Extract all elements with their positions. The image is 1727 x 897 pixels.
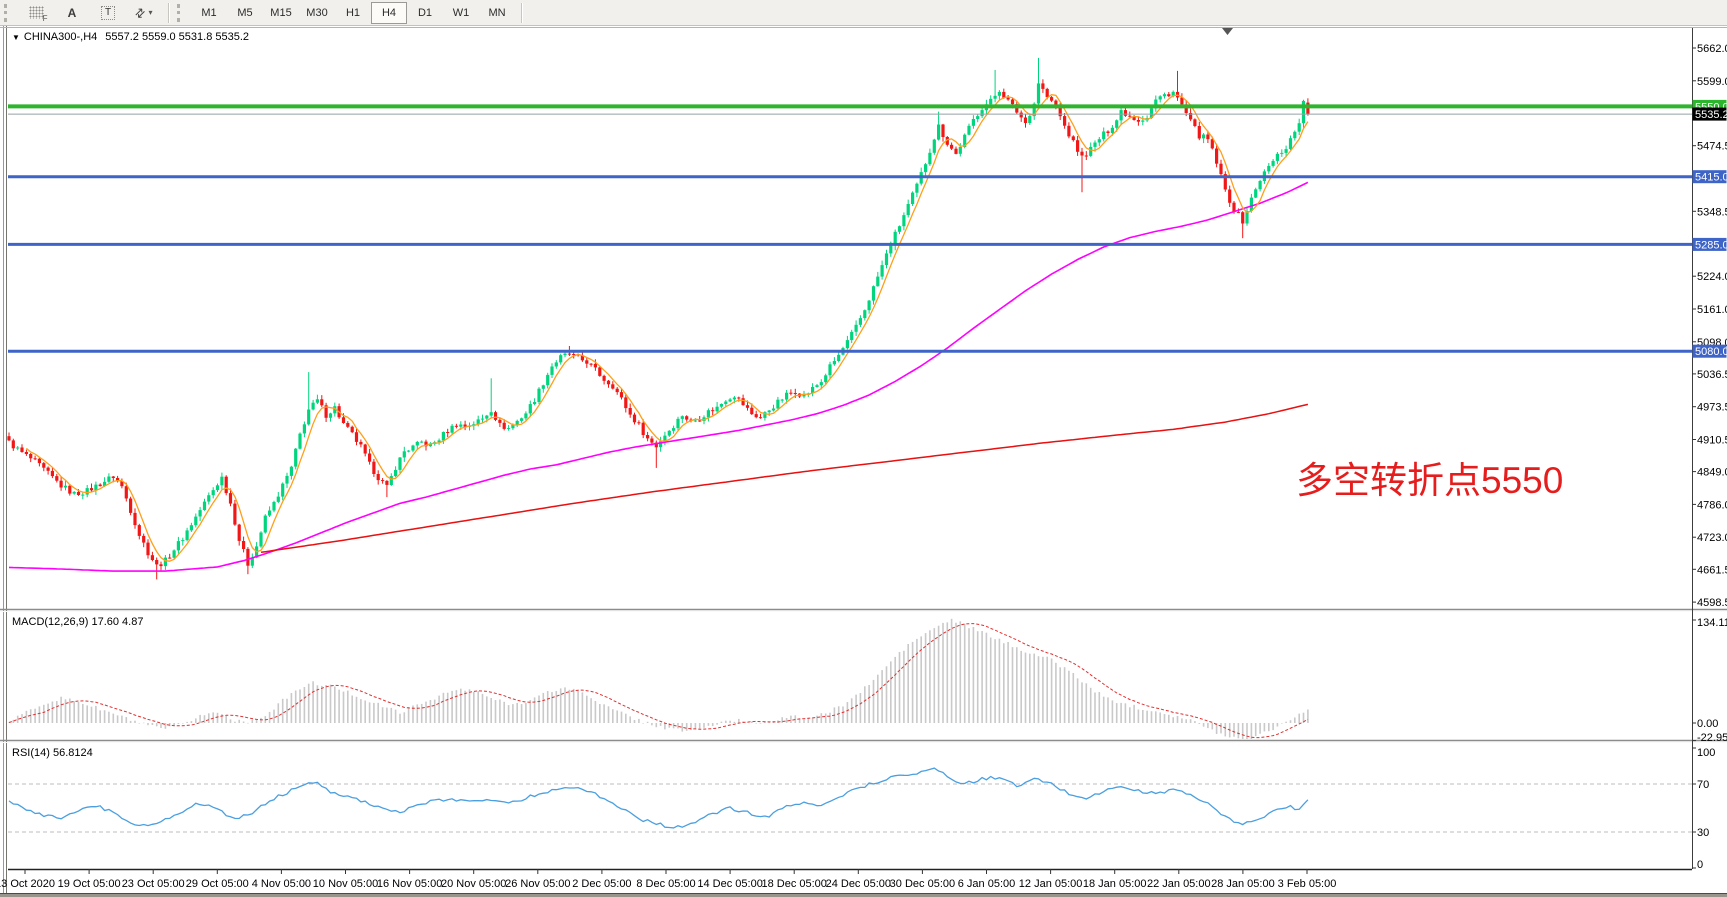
svg-text:5662.0: 5662.0 — [1697, 43, 1727, 55]
timeframe-h1-button[interactable]: H1 — [335, 2, 371, 24]
toolbar-separator — [168, 3, 169, 23]
timeframe-d1-button[interactable]: D1 — [407, 2, 443, 24]
toolbar-grip-2[interactable] — [177, 4, 185, 22]
timeframe-button-group: M1M5M15M30H1H4D1W1MN — [191, 2, 515, 24]
svg-text:5348.5: 5348.5 — [1697, 206, 1727, 218]
svg-text:5535.2: 5535.2 — [1695, 109, 1727, 121]
macd-indicator-label: MACD(12,26,9) 17.60 4.87 — [12, 616, 143, 628]
svg-text:24 Dec 05:00: 24 Dec 05:00 — [826, 878, 891, 890]
svg-text:14 Dec 05:00: 14 Dec 05:00 — [697, 878, 762, 890]
svg-text:18 Dec 05:00: 18 Dec 05:00 — [761, 878, 826, 890]
svg-text:4973.5: 4973.5 — [1697, 402, 1727, 414]
svg-text:30: 30 — [1697, 827, 1709, 839]
toolbar: F A T ⇄▾ M1M5M15M30H1H4D1W1MN — [0, 0, 1727, 26]
svg-text:4849.0: 4849.0 — [1697, 467, 1727, 479]
svg-text:28 Jan 05:00: 28 Jan 05:00 — [1211, 878, 1275, 890]
grid-tool-button[interactable]: F — [18, 2, 54, 24]
symbol-ohlc-values: 5557.2 5559.0 5531.8 5535.2 — [105, 31, 249, 43]
svg-text:23 Oct 05:00: 23 Oct 05:00 — [122, 878, 185, 890]
timeframe-m5-button[interactable]: M5 — [227, 2, 263, 24]
grid-icon: F — [29, 6, 44, 19]
text-tool-button[interactable]: T — [90, 2, 126, 24]
svg-text:16 Nov 05:00: 16 Nov 05:00 — [377, 878, 442, 890]
arrows-icon: ⇄ — [133, 5, 149, 21]
mt4-window: F A T ⇄▾ M1M5M15M30H1H4D1W1MN 5662.0 5599.0 5… — [0, 0, 1727, 897]
svg-text:70: 70 — [1697, 779, 1709, 791]
chart-symbol-title[interactable]: ▼ CHINA300-,H4 5557.2 5559.0 5531.8 5535.2 — [12, 31, 249, 43]
svg-text:5161.0: 5161.0 — [1697, 304, 1727, 316]
svg-text:20 Nov 05:00: 20 Nov 05:00 — [441, 878, 506, 890]
svg-text:13 Oct 2020: 13 Oct 2020 — [0, 878, 55, 890]
svg-text:4 Nov 05:00: 4 Nov 05:00 — [252, 878, 311, 890]
svg-text:2 Dec 05:00: 2 Dec 05:00 — [572, 878, 631, 890]
svg-text:6 Jan 05:00: 6 Jan 05:00 — [958, 878, 1016, 890]
svg-text:12 Jan 05:00: 12 Jan 05:00 — [1019, 878, 1083, 890]
timeframe-h4-button[interactable]: H4 — [371, 2, 407, 24]
svg-text:100: 100 — [1697, 747, 1715, 759]
svg-text:19 Oct 05:00: 19 Oct 05:00 — [58, 878, 121, 890]
svg-text:22 Jan 05:00: 22 Jan 05:00 — [1147, 878, 1211, 890]
symbol-name: CHINA300-,H4 — [24, 31, 97, 43]
svg-text:0.00: 0.00 — [1697, 718, 1718, 730]
svg-text:4723.0: 4723.0 — [1697, 532, 1727, 544]
chart-text-annotation[interactable]: 多空转折点5550 — [1296, 459, 1563, 503]
svg-text:8 Dec 05:00: 8 Dec 05:00 — [636, 878, 695, 890]
timeframe-w1-button[interactable]: W1 — [443, 2, 479, 24]
arrow-pointer-tool-button[interactable]: A — [54, 2, 90, 24]
timeframe-m1-button[interactable]: M1 — [191, 2, 227, 24]
svg-text:4910.5: 4910.5 — [1697, 435, 1727, 447]
svg-text:4661.5: 4661.5 — [1697, 564, 1727, 576]
svg-text:5285.0: 5285.0 — [1695, 239, 1727, 251]
text-tool-icon: T — [101, 6, 115, 20]
timeframe-m30-button[interactable]: M30 — [299, 2, 335, 24]
timeframe-mn-button[interactable]: MN — [479, 2, 515, 24]
svg-text:-22.95: -22.95 — [1697, 732, 1727, 744]
dropdown-caret-icon[interactable]: ▾ — [149, 8, 153, 17]
svg-text:5474.5: 5474.5 — [1697, 141, 1727, 153]
svg-text:0: 0 — [1697, 859, 1703, 871]
svg-text:5036.5: 5036.5 — [1697, 369, 1727, 381]
symbol-dropdown-icon[interactable]: ▼ — [12, 33, 20, 42]
svg-text:4598.5: 4598.5 — [1697, 597, 1727, 609]
rsi-indicator-label: RSI(14) 56.8124 — [12, 747, 93, 759]
svg-text:29 Oct 05:00: 29 Oct 05:00 — [186, 878, 249, 890]
svg-text:30 Dec 05:00: 30 Dec 05:00 — [890, 878, 955, 890]
svg-text:5599.0: 5599.0 — [1697, 76, 1727, 88]
tool-button-group: F A T ⇄▾ — [18, 2, 162, 24]
svg-text:5080.0: 5080.0 — [1695, 346, 1727, 358]
svg-text:3 Feb 05:00: 3 Feb 05:00 — [1278, 878, 1337, 890]
window-bottom-edge — [0, 893, 1727, 897]
svg-text:10 Nov 05:00: 10 Nov 05:00 — [313, 878, 378, 890]
svg-text:134.11: 134.11 — [1697, 617, 1727, 629]
timeframe-m15-button[interactable]: M15 — [263, 2, 299, 24]
toolbar-grip[interactable] — [4, 4, 12, 22]
arrow-objects-tool-button[interactable]: ⇄▾ — [126, 2, 162, 24]
letter-a-icon: A — [68, 6, 77, 20]
svg-text:5224.0: 5224.0 — [1697, 271, 1727, 283]
svg-text:18 Jan 05:00: 18 Jan 05:00 — [1083, 878, 1147, 890]
svg-text:26 Nov 05:00: 26 Nov 05:00 — [505, 878, 570, 890]
toolbar-separator-2 — [521, 3, 522, 23]
svg-text:4786.0: 4786.0 — [1697, 499, 1727, 511]
svg-text:5415.0: 5415.0 — [1695, 172, 1727, 184]
